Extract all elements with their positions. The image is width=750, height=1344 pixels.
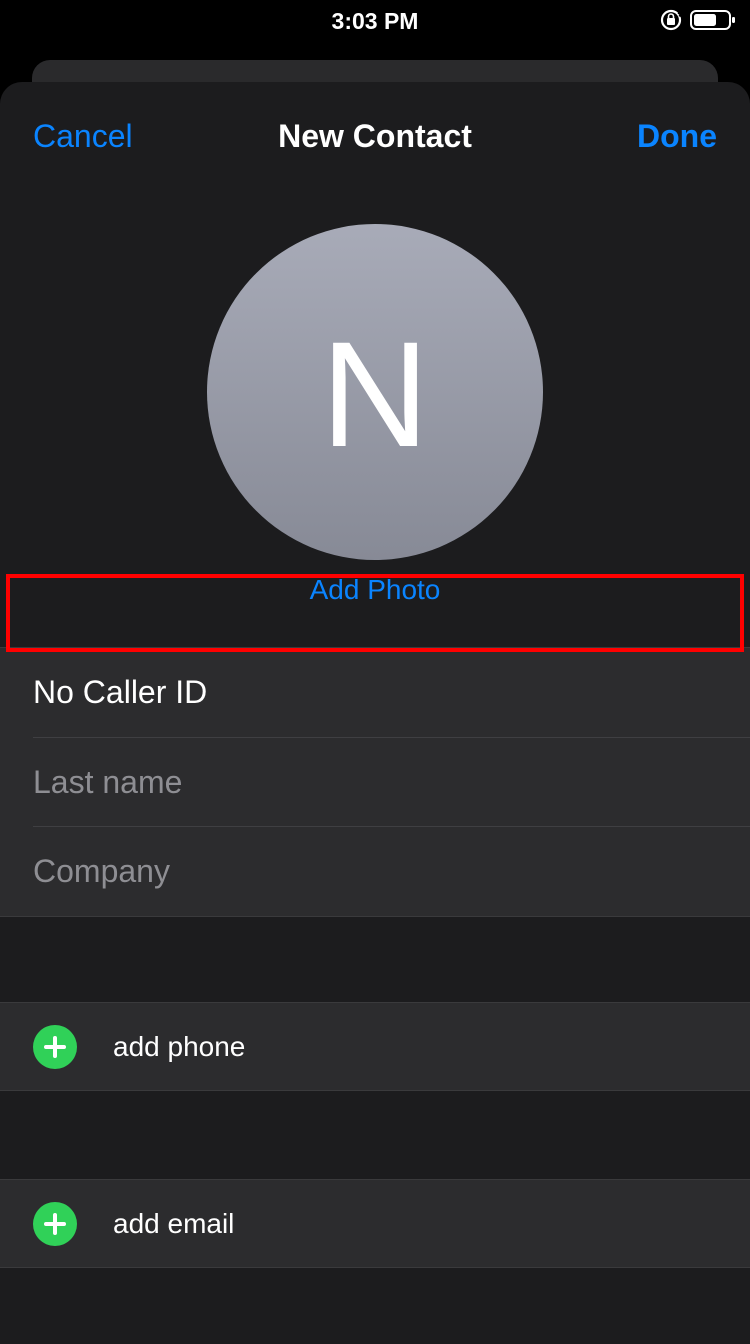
add-email-plus-icon[interactable] bbox=[33, 1202, 77, 1246]
status-time: 3:03 PM bbox=[331, 8, 419, 34]
battery-icon bbox=[690, 10, 735, 30]
company-field[interactable]: Company bbox=[33, 827, 750, 916]
name-fields-group: No Caller ID Last name Company bbox=[0, 647, 750, 917]
first-name-field[interactable]: No Caller ID bbox=[33, 648, 750, 737]
status-bar: 3:03 PM bbox=[0, 0, 750, 42]
add-email-row[interactable]: add email bbox=[0, 1179, 750, 1268]
add-phone-row[interactable]: add phone bbox=[0, 1002, 750, 1091]
rotation-lock-icon bbox=[660, 9, 682, 31]
add-email-label: add email bbox=[113, 1208, 235, 1239]
add-phone-label: add phone bbox=[113, 1031, 246, 1062]
last-name-field[interactable]: Last name bbox=[33, 738, 750, 827]
new-contact-sheet: Cancel New Contact Done N Add Photo No C… bbox=[0, 82, 750, 1344]
cancel-button[interactable]: Cancel bbox=[33, 118, 133, 155]
avatar-initial: N bbox=[320, 310, 430, 478]
add-photo-button[interactable]: Add Photo bbox=[0, 574, 750, 606]
avatar[interactable]: N bbox=[207, 224, 543, 560]
done-button[interactable]: Done bbox=[637, 118, 717, 155]
add-phone-plus-icon[interactable] bbox=[33, 1025, 77, 1069]
